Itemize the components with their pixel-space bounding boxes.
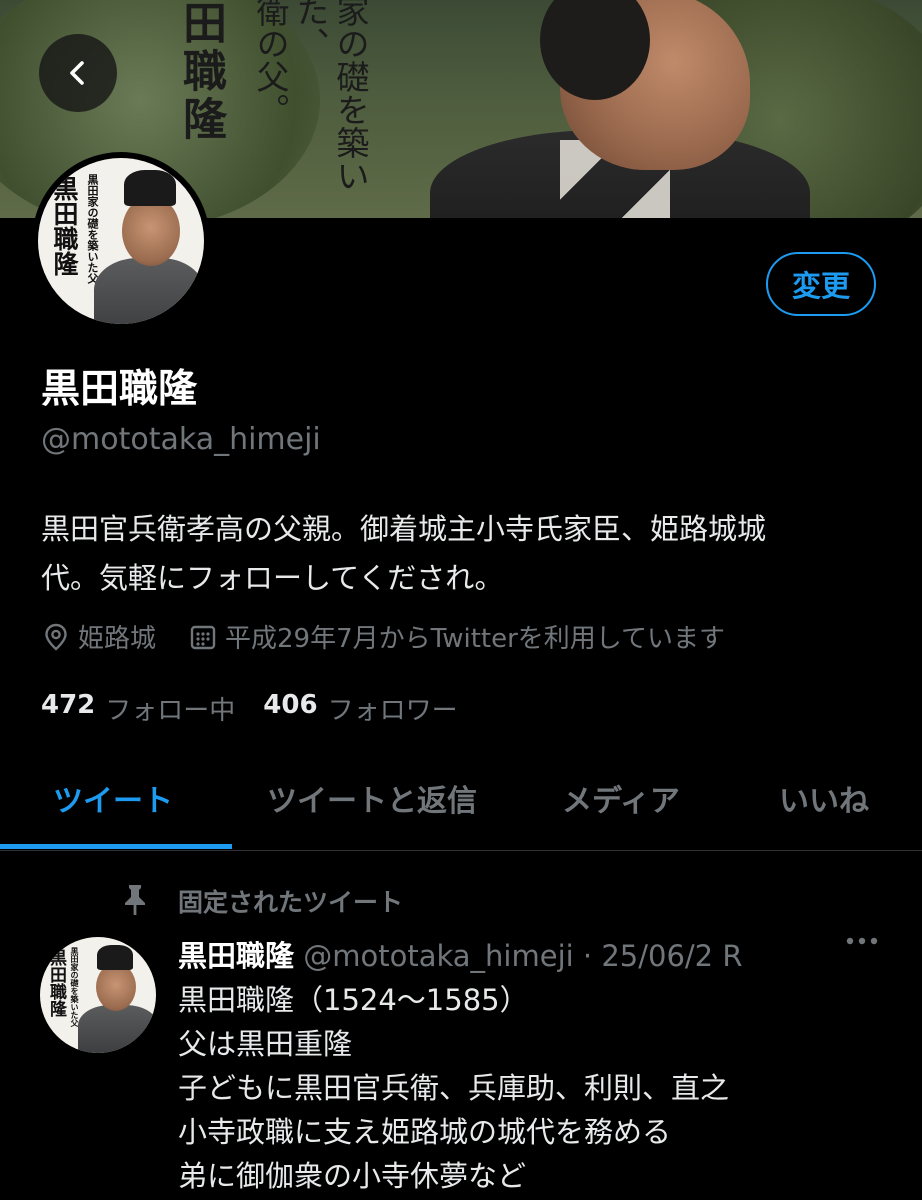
profile-joined: 平成29年7月からTwitterを利用しています: [190, 618, 725, 655]
tweet-line: 父は黒田重隆: [178, 1027, 353, 1061]
tab-likes[interactable]: いいね: [779, 776, 869, 820]
tweet-avatar-person-head: [96, 963, 136, 1011]
tweet-header: 黒田職隆 @mototaka_himeji · 25/06/2 R: [178, 933, 743, 975]
tweet-avatar-person-hat: [97, 945, 133, 970]
pin-icon: [125, 885, 145, 915]
profile-name: 黒田職隆: [41, 367, 198, 412]
active-tab-indicator: [0, 844, 232, 849]
tweet-avatar-poster-subtitle: 黒田家の礎を築いた父: [70, 947, 80, 1027]
followers-count: 406: [263, 690, 318, 720]
edit-profile-button[interactable]: 変更: [766, 252, 876, 316]
tweet-avatar-person-body: [78, 1005, 156, 1053]
tweet-line: 小寺政職に支え姫路城の城代を務める: [178, 1115, 672, 1149]
profile-avatar[interactable]: 黒田家の礎を築いた父 黒田職隆: [32, 152, 210, 330]
tweet-line: 黒田職隆（1524～1585）: [178, 983, 529, 1017]
avatar-person-hat: [124, 170, 176, 206]
banner-poster-tagline: 家の礎を築いた、 衛の父。: [251, 0, 370, 192]
profile-bio: 黒田官兵衛孝高の父親。御着城主小寺氏家臣、姫路城城 代。気軽にフォローしてくださ…: [41, 512, 767, 595]
following-label: フォロー中: [105, 696, 236, 726]
tweet-text: 黒田職隆（1524～1585） 父は黒田重隆 子どもに黒田官兵衛、兵庫助、利則、…: [178, 978, 898, 1198]
tweet-line: 弟に御伽衆の小寺休夢など: [178, 1159, 527, 1193]
avatar-poster-title: 黒田職隆: [50, 176, 79, 276]
tab-tweets[interactable]: ツイート: [53, 776, 173, 820]
profile-handle: @mototaka_himeji: [41, 422, 321, 457]
avatar-person-body: [94, 258, 204, 324]
followers-label: フォロワー: [327, 696, 458, 726]
tweet-author-avatar[interactable]: 黒田家の礎を築いた父 黒田職隆: [40, 937, 156, 1053]
avatar-poster-subtitle: 黒田家の礎を築いた父: [86, 174, 99, 284]
tab-media[interactable]: メディア: [562, 776, 680, 820]
tweet-line: 子どもに黒田官兵衛、兵庫助、利則、直之: [178, 1071, 730, 1105]
avatar-person-head: [122, 196, 180, 266]
follow-stats: 472 フォロー中 406 フォロワー: [41, 690, 486, 727]
banner-poster-title: 田職隆: [175, 0, 226, 144]
profile-location: 姫路城: [43, 618, 156, 655]
profile-tabs: ツイート ツイートと返信 メディア いいね: [0, 760, 922, 851]
more-icon[interactable]: [845, 935, 879, 947]
back-arrow-icon: [70, 61, 84, 85]
followers-link[interactable]: 406 フォロワー: [263, 690, 457, 727]
pinned-tweet-label: 固定されたツイート: [178, 888, 404, 917]
tweet-avatar-poster-title: 黒田職隆: [46, 949, 66, 1017]
calendar-icon: [190, 625, 216, 649]
back-button[interactable]: [39, 34, 117, 112]
following-count: 472: [41, 690, 96, 720]
tab-tweets-and-replies[interactable]: ツイートと返信: [267, 776, 477, 820]
avatar-image: 黒田家の礎を築いた父 黒田職隆: [38, 158, 204, 324]
following-link[interactable]: 472 フォロー中: [41, 690, 235, 727]
tweet-author-name[interactable]: 黒田職隆: [178, 939, 294, 973]
location-pin-icon: [45, 623, 67, 651]
profile-meta: 姫路城 平成29年7月からTwitterを利用しています: [43, 618, 725, 655]
tweet-author-meta: @mototaka_himeji · 25/06/2 R: [303, 939, 743, 973]
